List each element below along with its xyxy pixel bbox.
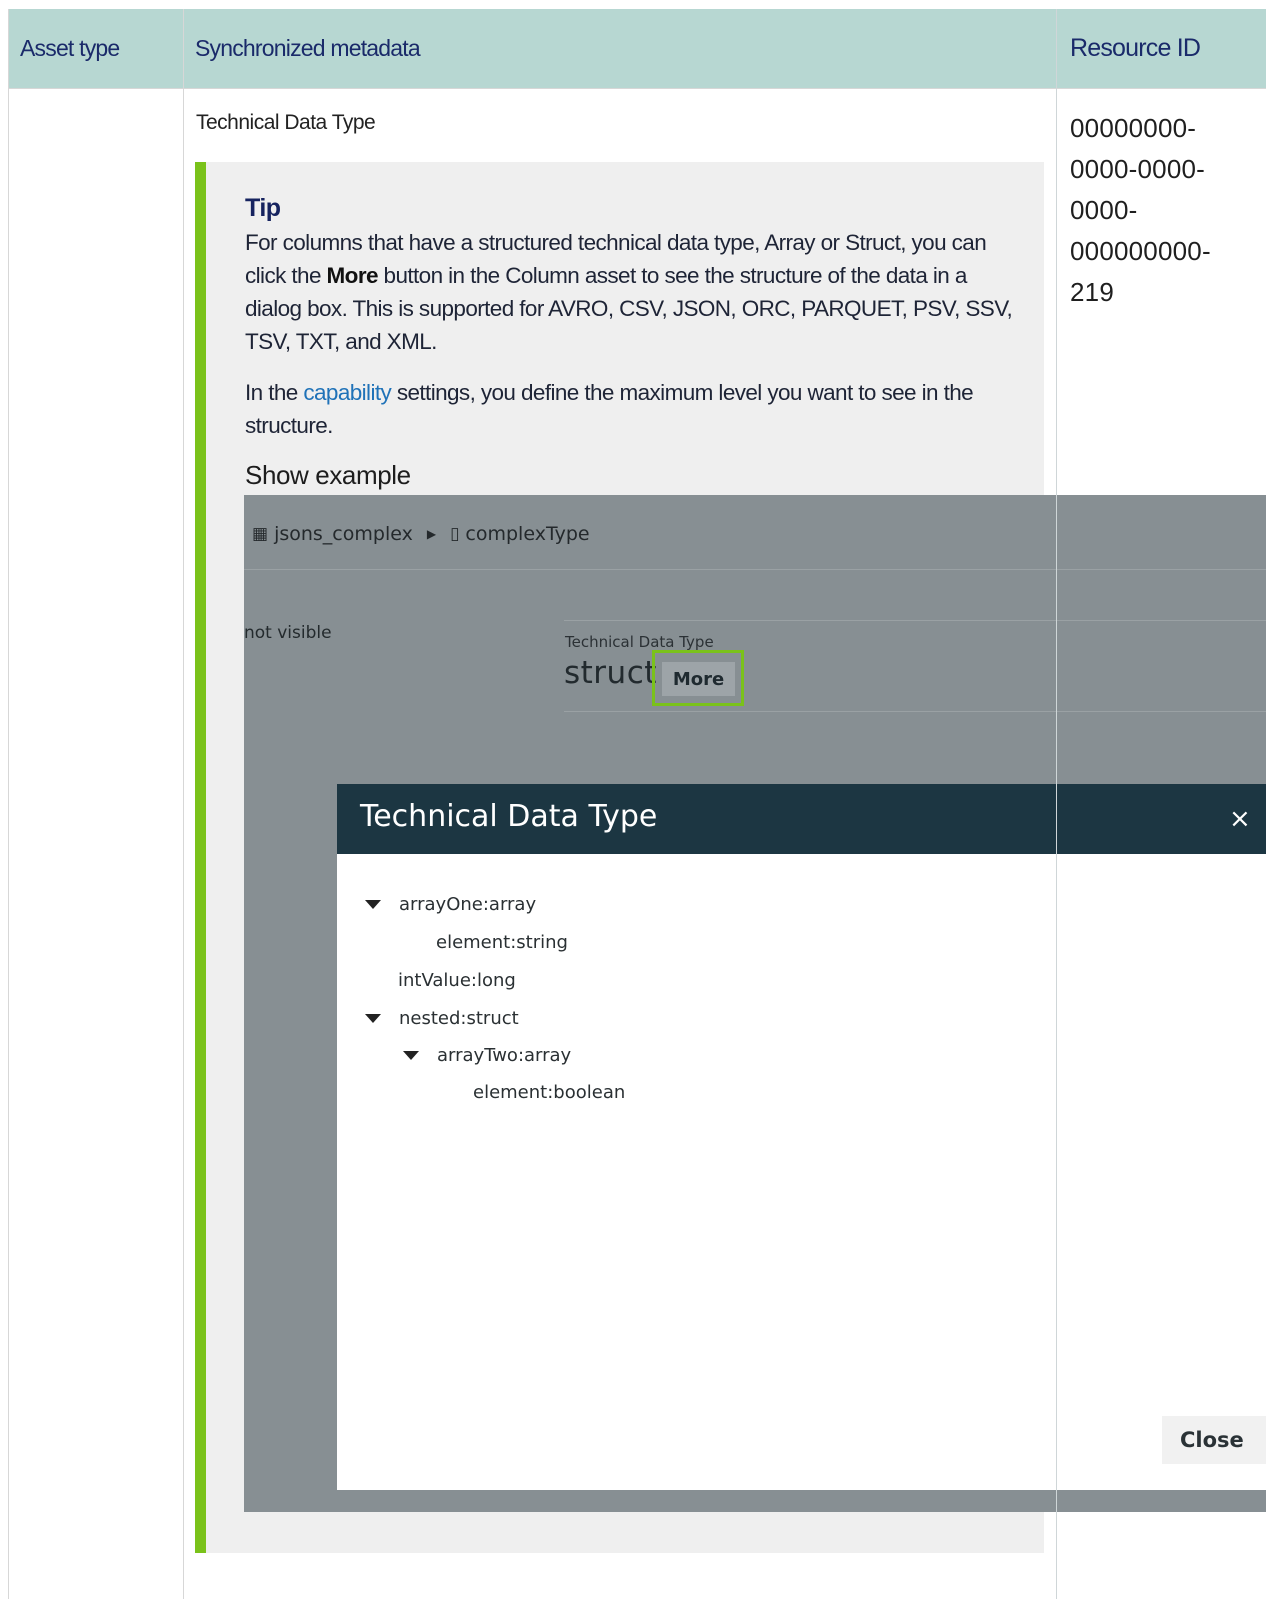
resource-id-line: 00000000-: [1070, 113, 1197, 143]
table-divider-2: [1056, 9, 1057, 1599]
header-synchronized-metadata: Synchronized metadata: [195, 35, 421, 61]
not-visible-label: not visible: [244, 623, 332, 643]
caret-down-icon: [365, 1014, 381, 1023]
tree-node-label: arrayTwo:array: [437, 1045, 572, 1066]
breadcrumb: ▦ jsons_complex ▶ ▯ complexType: [252, 523, 590, 545]
tip-title: Tip: [245, 194, 281, 222]
header-asset-type: Asset type: [20, 35, 120, 61]
tree-node[interactable]: arrayOne:array: [365, 894, 536, 915]
chevron-right-icon: ▶: [426, 527, 437, 541]
resource-id-line: 000000000-: [1070, 236, 1211, 266]
tip-paragraph-2: In the capability settings, you define t…: [245, 376, 1015, 442]
header-resource-id: Resource ID: [1070, 34, 1201, 62]
tip-bold-more: More: [326, 263, 379, 288]
dialog-header: Technical Data Type ×: [337, 784, 1266, 854]
resource-id-line: 0000-: [1070, 195, 1138, 225]
resource-id-line: 0000-0000-: [1070, 154, 1205, 184]
resource-id-line: 219: [1070, 277, 1114, 307]
table-header-divider: [8, 88, 1266, 89]
tree-node: intValue:long: [398, 970, 516, 991]
breadcrumb-column[interactable]: complexType: [465, 523, 589, 545]
technical-data-type-dialog: Technical Data Type × arrayOne:array ele…: [337, 784, 1266, 1490]
tree-node-label: arrayOne:array: [399, 894, 537, 915]
close-icon[interactable]: ×: [1229, 804, 1251, 834]
tree-node: element:boolean: [473, 1082, 625, 1103]
highlight-frame: [652, 650, 744, 706]
table-icon: ▦: [252, 524, 269, 544]
tree-node[interactable]: arrayTwo:array: [403, 1045, 571, 1066]
tree-node-label: intValue:long: [398, 970, 516, 991]
tree-node[interactable]: nested:struct: [365, 1008, 519, 1029]
close-button[interactable]: Close: [1162, 1416, 1266, 1464]
metadata-cell: Technical Data Type: [196, 111, 376, 134]
tree-node-label: element:string: [436, 932, 568, 953]
tip-accent-bar: [195, 162, 206, 1553]
column-icon: ▯: [450, 524, 460, 544]
example-screenshot: ▦ jsons_complex ▶ ▯ complexType not visi…: [244, 495, 1266, 1512]
divider: [564, 711, 1266, 712]
tip-paragraph-1: For columns that have a structured techn…: [245, 226, 1015, 358]
attribute-label: Technical Data Type: [565, 633, 714, 651]
attribute-value: struct: [564, 655, 657, 691]
caret-down-icon: [365, 900, 381, 909]
tree-node: element:string: [436, 932, 568, 953]
tip-text: In the: [245, 380, 304, 405]
show-example-toggle[interactable]: Show example: [245, 460, 411, 491]
tree-node-label: nested:struct: [399, 1008, 519, 1029]
table-border-left: [8, 9, 9, 1599]
tree-node-label: element:boolean: [473, 1082, 626, 1103]
caret-down-icon: [403, 1051, 419, 1060]
breadcrumb-table[interactable]: jsons_complex: [274, 523, 413, 545]
table-divider-1: [183, 9, 184, 1599]
dialog-title: Technical Data Type: [360, 799, 658, 834]
capability-link[interactable]: capability: [303, 380, 391, 405]
divider: [564, 620, 1266, 621]
resource-id-cell: 00000000- 0000-0000- 0000- 000000000- 21…: [1070, 108, 1211, 313]
divider: [244, 569, 1266, 570]
